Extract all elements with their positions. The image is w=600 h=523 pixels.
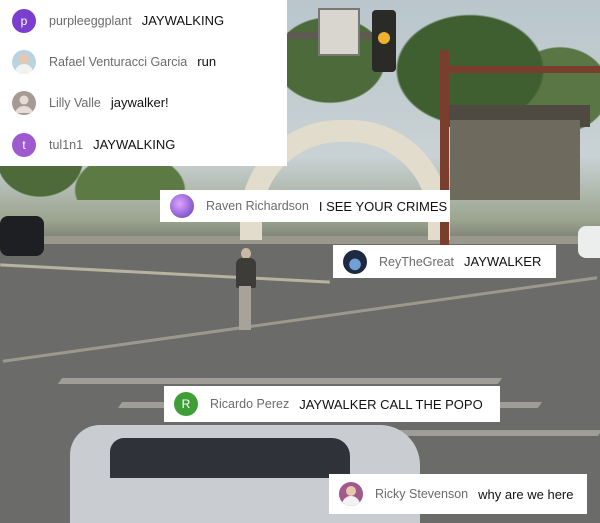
pedestrian-legs xyxy=(239,286,251,330)
floating-chat-message: Raven Richardson I SEE YOUR CRIMES xyxy=(160,190,450,222)
street-sign xyxy=(318,8,360,56)
parked-car xyxy=(0,216,44,256)
log-cabin xyxy=(450,120,580,200)
suv-windows xyxy=(110,438,350,478)
default-avatar[interactable] xyxy=(12,90,36,115)
pedestrian xyxy=(236,258,256,288)
message-text: JAYWALKER xyxy=(464,254,542,269)
message-text: run xyxy=(197,54,217,69)
floating-chat-message: Ricky Stevenson why are we here xyxy=(329,474,587,514)
message-text: JAYWALKING xyxy=(141,13,225,28)
person-icon xyxy=(15,95,33,113)
author-name[interactable]: tul1n1 xyxy=(49,138,83,152)
photo-avatar[interactable] xyxy=(12,49,36,74)
galaxy-avatar[interactable] xyxy=(170,194,194,218)
traffic-arm xyxy=(448,66,600,73)
letter-avatar[interactable]: R xyxy=(174,392,198,416)
message-text: jaywalker! xyxy=(110,95,169,110)
author-name[interactable]: Ricky Stevenson xyxy=(375,487,468,501)
traffic-signal-icon xyxy=(372,10,396,72)
photo-avatar[interactable] xyxy=(339,482,363,506)
chat-message: p purpleeggplant JAYWALKING xyxy=(0,0,287,41)
message-text: JAYWALKER CALL THE POPO xyxy=(299,396,483,412)
planet-avatar[interactable] xyxy=(343,249,367,274)
author-name[interactable]: Lilly Valle xyxy=(49,96,101,110)
chat-message: t tul1n1 JAYWALKING xyxy=(0,124,287,165)
author-name[interactable]: Rafael Venturacci Garcia xyxy=(49,55,187,69)
floating-chat-message: R Ricardo Perez JAYWALKER CALL THE POPO xyxy=(164,386,500,422)
author-name[interactable]: Raven Richardson xyxy=(206,199,309,213)
message-text: I SEE YOUR CRIMES xyxy=(318,198,448,214)
chat-message: Rafael Venturacci Garcia run xyxy=(0,41,287,82)
message-text: JAYWALKING xyxy=(93,137,176,152)
author-name[interactable]: ReyTheGreat xyxy=(379,255,454,269)
crosswalk-stripe xyxy=(57,378,503,384)
message-text: why are we here xyxy=(478,486,574,502)
parked-car xyxy=(578,226,600,258)
letter-avatar[interactable]: p xyxy=(12,8,36,33)
author-name[interactable]: Ricardo Perez xyxy=(210,397,289,411)
chat-message: Lilly Valle jaywalker! xyxy=(0,82,287,123)
letter-avatar[interactable]: t xyxy=(12,132,36,157)
author-name[interactable]: purpleeggplant xyxy=(49,14,132,28)
chat-feed: p purpleeggplant JAYWALKING Rafael Ventu… xyxy=(0,0,287,166)
floating-chat-message: ReyTheGreat JAYWALKER xyxy=(333,245,556,278)
